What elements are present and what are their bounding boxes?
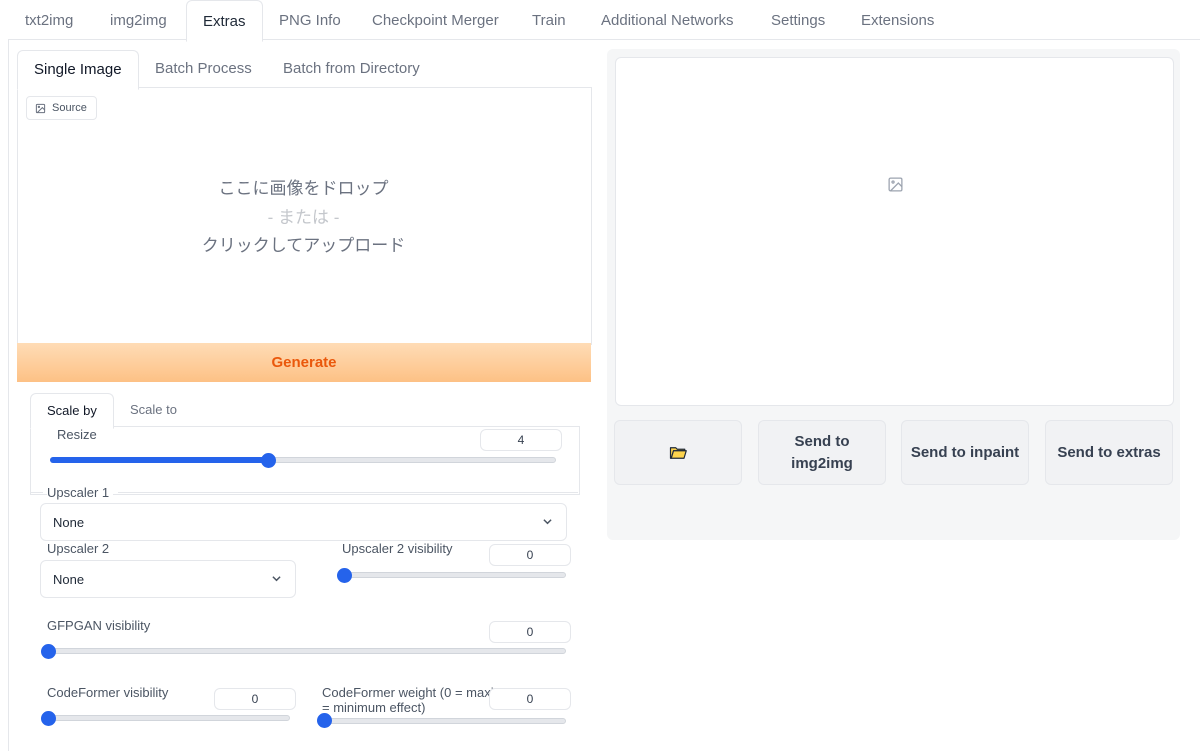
- image-placeholder-icon: [888, 177, 903, 192]
- open-folder-button[interactable]: [614, 420, 742, 485]
- codeformer-weight-input[interactable]: 0: [489, 688, 571, 710]
- tab-img2img[interactable]: img2img: [110, 0, 167, 40]
- tab-checkpoint-merger[interactable]: Checkpoint Merger: [372, 0, 499, 40]
- tab-scale-by[interactable]: Scale by: [30, 393, 114, 429]
- tab-txt2img[interactable]: txt2img: [25, 0, 73, 40]
- codeformer-visibility-label: CodeFormer visibility: [47, 685, 169, 700]
- upscaler1-label: Upscaler 1: [47, 485, 114, 500]
- upscaler1-select[interactable]: None: [40, 503, 567, 541]
- codeformer-weight-label-line1: CodeFormer weight (0 = maxi: [322, 685, 494, 700]
- chevron-down-icon: [272, 576, 281, 582]
- click-upload-text: クリックしてアップロード: [201, 236, 406, 255]
- generate-button[interactable]: Generate: [17, 343, 591, 382]
- resize-slider-thumb[interactable]: [260, 453, 276, 468]
- codeformer-visibility-slider-thumb[interactable]: [41, 711, 56, 726]
- codeformer-visibility-slider-track[interactable]: [41, 715, 290, 721]
- upscaler2-label: Upscaler 2: [47, 541, 110, 556]
- upscaler2-value: None: [53, 572, 85, 587]
- codeformer-weight-slider-thumb[interactable]: [317, 713, 332, 728]
- upscaler2-visibility-input[interactable]: 0: [489, 544, 571, 566]
- gfpgan-visibility-slider-track[interactable]: [41, 648, 566, 654]
- codeformer-weight-label: CodeFormer weight (0 = maxi = minimum ef…: [322, 685, 494, 715]
- codeformer-visibility-input[interactable]: 0: [214, 688, 296, 710]
- tab-additional-networks[interactable]: Additional Networks: [601, 0, 734, 40]
- output-gallery[interactable]: [615, 57, 1174, 406]
- send-to-inpaint-button[interactable]: Send to inpaint: [901, 420, 1029, 485]
- tab-frame-border: [8, 39, 9, 751]
- resize-label: Resize: [57, 427, 97, 442]
- upscaler1-value: None: [53, 515, 85, 530]
- tab-scale-to[interactable]: Scale to: [130, 393, 177, 427]
- folder-icon: [669, 446, 687, 459]
- tab-extensions[interactable]: Extensions: [861, 0, 934, 40]
- codeformer-weight-label-line2: = minimum effect): [322, 700, 426, 715]
- drop-or-text: - または -: [267, 208, 340, 227]
- gfpgan-visibility-slider-thumb[interactable]: [41, 644, 56, 659]
- gfpgan-visibility-input[interactable]: 0: [489, 621, 571, 643]
- upscaler2-visibility-slider-thumb[interactable]: [337, 568, 352, 583]
- upscaler1-frame-line-right: [118, 492, 578, 493]
- source-label: Source: [26, 96, 97, 120]
- codeformer-weight-slider-track[interactable]: [317, 718, 566, 724]
- tab-batch-process[interactable]: Batch Process: [155, 50, 252, 88]
- image-icon: [35, 103, 46, 113]
- send-to-extras-button[interactable]: Send to extras: [1045, 420, 1173, 485]
- chevron-down-icon: [543, 519, 552, 525]
- tab-settings[interactable]: Settings: [771, 0, 825, 40]
- upscaler1-frame-line: [30, 492, 43, 493]
- upscaler2-visibility-label: Upscaler 2 visibility: [342, 541, 453, 556]
- drop-text: ここに画像をドロップ: [218, 179, 389, 198]
- send-to-img2img-button[interactable]: Send to img2img: [758, 420, 886, 485]
- tab-single-image[interactable]: Single Image: [17, 50, 139, 90]
- tab-train[interactable]: Train: [532, 0, 566, 40]
- tab-batch-from-directory[interactable]: Batch from Directory: [283, 50, 420, 88]
- source-label-text: Source: [52, 102, 87, 114]
- resize-number-input[interactable]: 4: [480, 429, 562, 451]
- tab-png-info[interactable]: PNG Info: [279, 0, 341, 40]
- resize-slider-fill: [50, 457, 268, 463]
- gfpgan-visibility-label: GFPGAN visibility: [47, 618, 151, 633]
- tab-extras[interactable]: Extras: [186, 0, 263, 42]
- upscaler2-select[interactable]: None: [40, 560, 296, 598]
- upscaler2-visibility-slider-track[interactable]: [337, 572, 566, 578]
